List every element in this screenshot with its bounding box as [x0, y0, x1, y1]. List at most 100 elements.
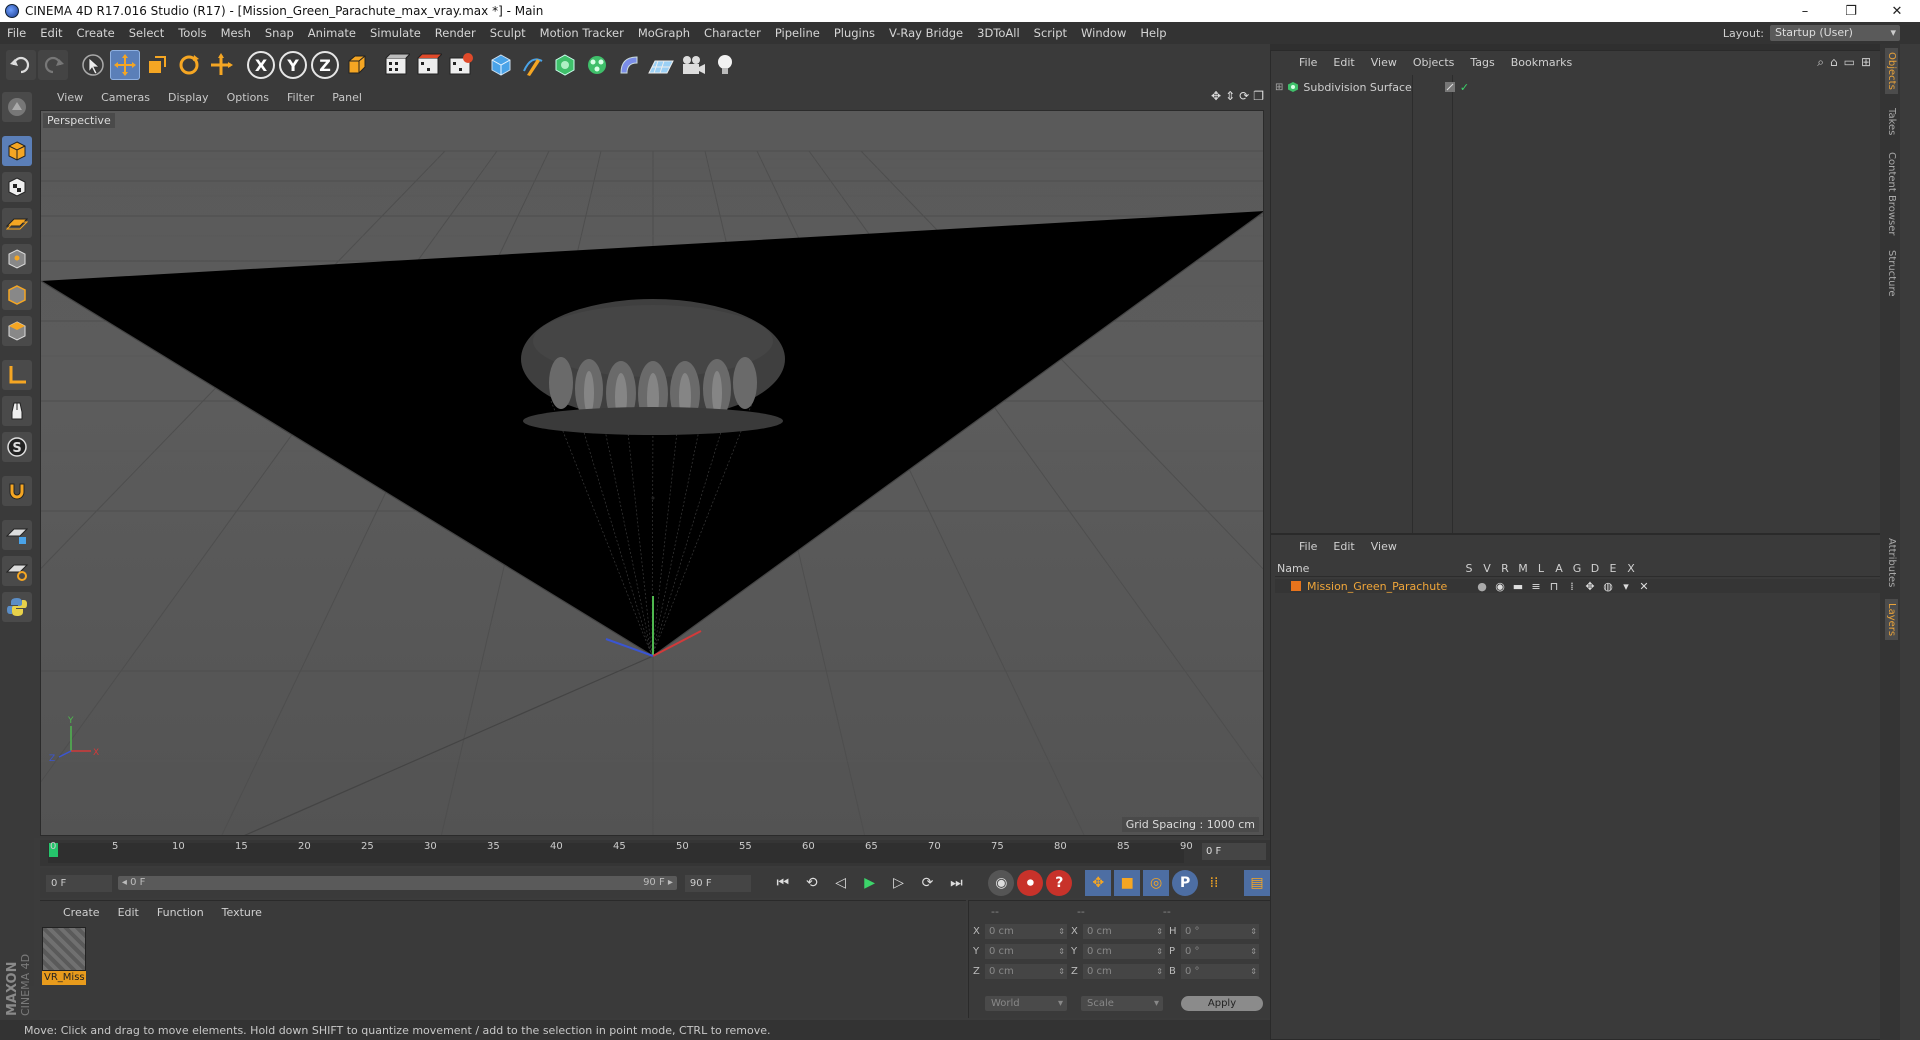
viewport-menu-view[interactable]: View — [48, 91, 92, 104]
size-x-field[interactable]: 0 cm — [1083, 924, 1165, 939]
material-swatch[interactable] — [42, 927, 86, 971]
position-x-field[interactable]: 0 cm — [985, 924, 1067, 939]
next-frame-icon[interactable]: ▷ — [886, 870, 912, 896]
rotation-h-field[interactable]: 0 ° — [1181, 924, 1259, 939]
pan-icon[interactable]: ✥ — [1211, 89, 1221, 103]
lock-icon[interactable]: ⊓ — [1545, 580, 1563, 593]
objects-menu-bookmarks[interactable]: Bookmarks — [1503, 56, 1580, 69]
rotation-b-field[interactable]: 0 ° — [1181, 964, 1259, 979]
edges-mode-icon[interactable] — [2, 280, 32, 310]
go-to-end-icon[interactable]: ⏭ — [944, 870, 970, 896]
menu-create[interactable]: Create — [70, 26, 122, 40]
rotate-tool-icon[interactable] — [174, 50, 204, 80]
move-tool-icon[interactable] — [110, 50, 140, 80]
visible-eye-icon[interactable]: ◉ — [1491, 580, 1509, 593]
object-row-subdivision-surface[interactable]: ⊞ Subdivision Surface ✓ — [1275, 79, 1469, 95]
render-picture-viewer-icon[interactable] — [414, 50, 444, 80]
layers-menu-file[interactable]: File — [1291, 540, 1325, 553]
render-clapper-icon[interactable]: ▬ — [1509, 580, 1527, 593]
objects-menu-tags[interactable]: Tags — [1462, 56, 1502, 69]
play-icon[interactable]: ▶ — [857, 870, 883, 896]
cube-primitive-icon[interactable] — [486, 50, 516, 80]
previous-keyframe-icon[interactable]: ⟲ — [799, 870, 825, 896]
deformer-icon[interactable] — [614, 50, 644, 80]
objects-menu-objects[interactable]: Objects — [1405, 56, 1463, 69]
key-parameter-icon[interactable]: P — [1172, 870, 1199, 896]
tab-layers[interactable]: Layers — [1885, 599, 1898, 641]
menu-vray-bridge[interactable]: V-Ray Bridge — [882, 26, 970, 40]
material-name-label[interactable]: VR_Miss — [42, 971, 86, 985]
search-icon[interactable]: ⌕ — [1817, 55, 1824, 70]
points-mode-icon[interactable] — [2, 244, 32, 274]
zoom-icon[interactable]: ⇕ — [1225, 89, 1235, 103]
previous-frame-icon[interactable]: ◁ — [828, 870, 854, 896]
camera-icon[interactable] — [678, 50, 708, 80]
viewport-menu-panel[interactable]: Panel — [323, 91, 371, 104]
material-menu-create[interactable]: Create — [54, 906, 109, 919]
menu-render[interactable]: Render — [428, 26, 483, 40]
layer-row[interactable]: Mission_Green_Parachute ● ◉ ▬ ≡ ⊓ ⁞ ✥ ◍ … — [1275, 579, 1895, 593]
menu-character[interactable]: Character — [697, 26, 768, 40]
menu-mesh[interactable]: Mesh — [214, 26, 258, 40]
undo-icon[interactable] — [6, 50, 36, 80]
spline-pen-icon[interactable] — [518, 50, 548, 80]
expand-icon[interactable]: ⊞ — [1275, 82, 1283, 93]
menu-simulate[interactable]: Simulate — [363, 26, 428, 40]
cloner-icon[interactable] — [582, 50, 612, 80]
solo-toggle-icon[interactable]: ● — [1473, 580, 1491, 593]
expression-toggle-icon[interactable]: ▾ — [1617, 580, 1635, 593]
rotation-p-field[interactable]: 0 ° — [1181, 944, 1259, 959]
key-rotation-icon[interactable]: ◎ — [1143, 870, 1170, 896]
tab-takes[interactable]: Takes — [1885, 104, 1898, 139]
layers-menu-view[interactable]: View — [1363, 540, 1405, 553]
key-position-icon[interactable]: ✥ — [1085, 870, 1112, 896]
objects-menu-view[interactable]: View — [1363, 56, 1405, 69]
generator-toggle-icon[interactable]: ✥ — [1581, 580, 1599, 593]
polygons-mode-icon[interactable] — [2, 316, 32, 346]
material-menu-edit[interactable]: Edit — [109, 906, 148, 919]
size-y-field[interactable]: 0 cm — [1083, 944, 1165, 959]
tab-objects[interactable]: Objects — [1885, 48, 1898, 94]
menu-sculpt[interactable]: Sculpt — [483, 26, 533, 40]
material-menu-function[interactable]: Function — [148, 906, 213, 919]
magnet-icon[interactable] — [2, 476, 32, 506]
animation-toggle-icon[interactable]: ⁞ — [1563, 580, 1581, 593]
coordinate-system-icon[interactable] — [342, 50, 372, 80]
coordinate-space-select[interactable]: World — [985, 996, 1067, 1011]
key-point-level-icon[interactable]: ⁞⁞ — [1201, 870, 1227, 896]
layer-tag-icon[interactable] — [1444, 81, 1456, 93]
live-selection-icon[interactable] — [78, 50, 108, 80]
next-keyframe-icon[interactable]: ⟳ — [915, 870, 941, 896]
layers-menu-edit[interactable]: Edit — [1325, 540, 1362, 553]
menu-snap[interactable]: Snap — [258, 26, 301, 40]
layout-select[interactable]: Startup (User) — [1770, 25, 1900, 41]
end-frame-field[interactable]: 90 F — [684, 874, 751, 892]
subdivision-surface-icon[interactable] — [550, 50, 580, 80]
keyframe-selection-icon[interactable]: ? — [1046, 870, 1073, 896]
timeline-window-icon[interactable]: ▤ — [1244, 870, 1270, 896]
material-menu-texture[interactable]: Texture — [213, 906, 271, 919]
axis-mode-icon[interactable] — [2, 360, 32, 390]
start-frame-field[interactable]: 0 F — [46, 874, 112, 892]
model-mode-icon[interactable] — [2, 136, 32, 166]
menu-file[interactable]: File — [0, 26, 33, 40]
3d-viewport[interactable]: Y X Z Perspective Grid Spacing : 1000 cm — [40, 110, 1264, 836]
go-to-start-icon[interactable]: ⏮ — [770, 870, 796, 896]
menu-select[interactable]: Select — [122, 26, 171, 40]
viewport-menu-cameras[interactable]: Cameras — [92, 91, 159, 104]
make-editable-icon[interactable] — [2, 92, 32, 122]
menu-pipeline[interactable]: Pipeline — [768, 26, 827, 40]
viewport-menu-display[interactable]: Display — [159, 91, 218, 104]
redo-icon[interactable] — [38, 50, 68, 80]
layer-name-header[interactable]: Name — [1275, 562, 1460, 575]
viewport-menu-options[interactable]: Options — [218, 91, 278, 104]
deformer-toggle-icon[interactable]: ◍ — [1599, 580, 1617, 593]
new-window-icon[interactable]: ⊞ — [1861, 55, 1871, 70]
collapse-icon[interactable]: ▭ — [1844, 55, 1855, 70]
menu-plugins[interactable]: Plugins — [827, 26, 882, 40]
key-scale-icon[interactable]: ■ — [1114, 870, 1141, 896]
menu-tools[interactable]: Tools — [171, 26, 213, 40]
manager-toggle-icon[interactable]: ≡ — [1527, 580, 1545, 593]
z-axis-lock-icon[interactable]: Z — [310, 50, 340, 80]
workplane-mode-icon[interactable] — [2, 208, 32, 238]
